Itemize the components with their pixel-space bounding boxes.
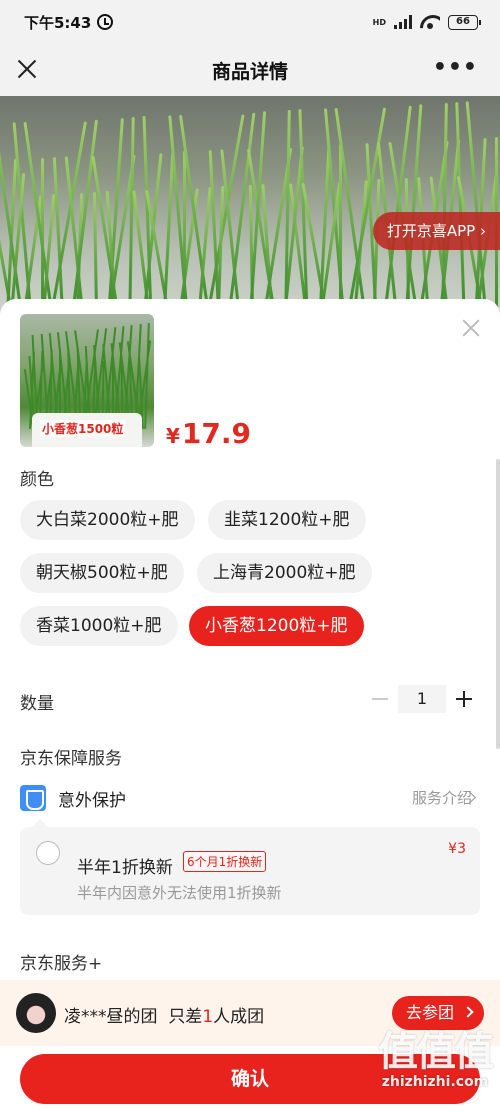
- avatar: [16, 993, 56, 1033]
- shield-icon: [20, 785, 46, 811]
- chevron-right-icon: [462, 1006, 474, 1018]
- plan-radio[interactable]: [36, 841, 60, 865]
- battery-icon: 66: [448, 14, 481, 30]
- grass-blade: [182, 151, 186, 316]
- quantity-stepper: 1: [366, 685, 478, 713]
- accident-protection-label: 意外保护: [58, 791, 126, 811]
- wifi-icon: [420, 15, 440, 29]
- plan-description: 半年内因意外无法使用1折换新: [77, 884, 282, 902]
- product-hero-image: [0, 96, 500, 316]
- quantity-value[interactable]: 1: [398, 685, 446, 713]
- plan-tag: 6个月1折换新: [183, 851, 267, 872]
- grass-blade: [338, 144, 342, 316]
- scrollbar[interactable]: [496, 459, 500, 749]
- thumb-label: 小香葱1500粒: [40, 420, 126, 437]
- join-group-button[interactable]: 去参团: [391, 996, 484, 1030]
- alarm-icon: [97, 14, 114, 30]
- network-type: HD: [372, 17, 386, 27]
- grass-blade: [128, 116, 135, 316]
- color-option-3[interactable]: 上海青2000粒+肥: [197, 553, 372, 593]
- join-group-label: 去参团: [405, 1003, 454, 1022]
- grass-blade: [346, 107, 387, 315]
- minus-icon[interactable]: [366, 685, 394, 713]
- jd-service-plus-label: 京东服务+: [20, 954, 103, 974]
- grass-blade: [372, 178, 381, 316]
- color-option-1[interactable]: 韭菜1200粒+肥: [208, 500, 366, 540]
- close-icon[interactable]: [14, 56, 40, 82]
- watermark-text: zhizhizhi.com: [381, 1074, 489, 1090]
- more-icon[interactable]: •••: [433, 57, 478, 79]
- protection-plan-card[interactable]: 半年1折换新 6个月1折换新 半年内因意外无法使用1折换新 ¥3: [20, 819, 480, 915]
- group-info: 凌***昼的团 只差1人成团: [64, 1002, 264, 1027]
- signal-icon: [394, 15, 412, 29]
- price-value: 17.9: [181, 417, 252, 450]
- quantity-label: 数量: [20, 694, 54, 714]
- sheet-close-icon[interactable]: [460, 317, 482, 339]
- color-option-0[interactable]: 大白菜2000粒+肥: [20, 500, 195, 540]
- guarantee-section-label: 京东保障服务: [20, 749, 122, 769]
- plus-icon[interactable]: [450, 685, 478, 713]
- color-section-label: 颜色: [20, 470, 54, 490]
- currency-symbol: ¥: [166, 424, 180, 448]
- status-indicators: HD 66: [372, 14, 481, 30]
- grass-blade: [162, 152, 174, 316]
- color-option-4[interactable]: 香菜1000粒+肥: [20, 606, 178, 646]
- color-option-2[interactable]: 朝天椒500粒+肥: [20, 553, 184, 593]
- product-thumbnail: 小香葱1500粒: [20, 314, 154, 447]
- status-bar: 下午5:43 HD 66: [0, 0, 500, 44]
- group-user: 凌***昼的团: [64, 1007, 158, 1027]
- group-count: 1: [202, 1007, 214, 1027]
- group-suffix: 人成团: [213, 1007, 265, 1027]
- status-time: 下午5:43: [24, 13, 92, 32]
- watermark: 值值值 zhizhizhi.com: [378, 1029, 494, 1090]
- open-app-button[interactable]: 打开京喜APP ›: [372, 212, 500, 250]
- watermark-logo: 值值值: [378, 1029, 494, 1075]
- plan-price: ¥3: [448, 841, 466, 857]
- group-prefix: 只差: [168, 1007, 203, 1027]
- product-price: ¥17.9: [166, 417, 251, 450]
- page-title: 商品详情: [211, 60, 288, 83]
- grass-blade: [92, 191, 98, 316]
- color-option-5-selected[interactable]: 小香葱1200粒+肥: [189, 606, 364, 646]
- plan-title: 半年1折换新: [77, 858, 173, 878]
- nav-bar: 商品详情 •••: [0, 44, 500, 96]
